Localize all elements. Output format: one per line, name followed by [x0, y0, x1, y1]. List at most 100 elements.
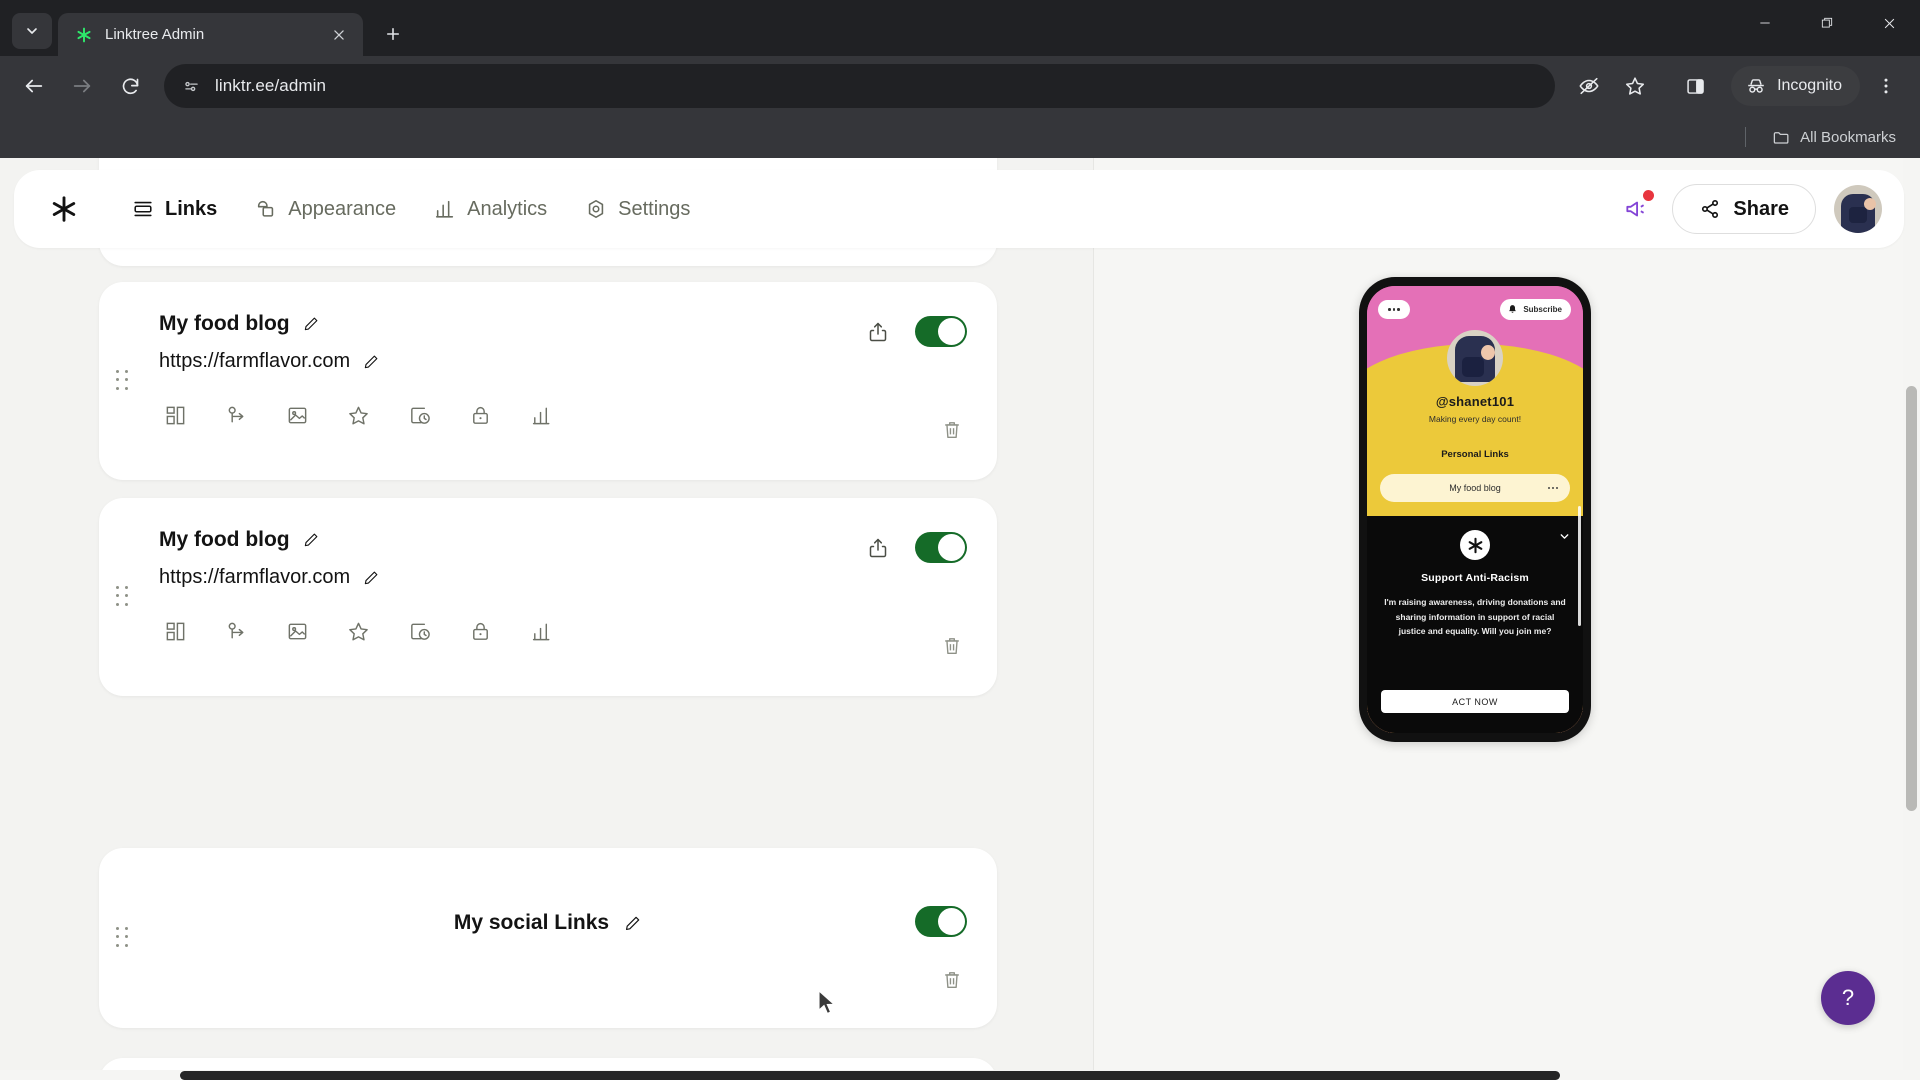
bookmarks-bar: All Bookmarks [0, 116, 1920, 158]
star-icon[interactable] [342, 399, 374, 431]
tab-links[interactable]: Links [128, 190, 221, 229]
preview-more-button[interactable] [1378, 300, 1410, 319]
delete-link-button[interactable] [939, 632, 965, 660]
tab-close-button[interactable] [327, 23, 351, 47]
link-card[interactable]: My food blog https://farmflavor.com [99, 498, 997, 696]
window-restore-button[interactable] [1796, 0, 1858, 46]
trash-icon [945, 972, 959, 989]
tab-appearance-label: Appearance [288, 197, 397, 220]
preview-act-now-button[interactable]: ACT NOW [1381, 690, 1569, 713]
preview-subscribe-button[interactable]: Subscribe [1500, 299, 1571, 320]
tab-settings[interactable]: Settings [581, 190, 694, 229]
image-icon[interactable] [281, 399, 313, 431]
three-dot-menu-icon [1884, 78, 1888, 94]
layout-icon[interactable] [159, 399, 191, 431]
link-card[interactable]: My food blog https://farmflavor.com [99, 282, 997, 480]
preview-handle: @shanet101 [1435, 394, 1515, 409]
forward-button[interactable] [60, 64, 104, 108]
schedule-icon[interactable] [403, 399, 435, 431]
edit-url-pencil-icon[interactable] [362, 569, 380, 587]
reload-button[interactable] [108, 64, 152, 108]
settings-gear-icon [588, 199, 604, 219]
link-url: https://farmflavor.com [159, 350, 351, 372]
help-button[interactable]: ? [1821, 971, 1875, 1025]
tracking-protection-button[interactable] [1567, 64, 1611, 108]
share-link-button[interactable] [863, 317, 893, 347]
edit-url-pencil-icon[interactable] [362, 353, 380, 371]
link-enabled-toggle[interactable] [915, 532, 967, 563]
side-panel-icon [1686, 78, 1704, 94]
browser-toolbar: linktr.ee/admin Incognito [0, 56, 1920, 116]
page-scrollbar-thumb[interactable] [1906, 386, 1917, 811]
link-url-row: https://farmflavor.com [159, 350, 997, 373]
chrome-menu-button[interactable] [1864, 64, 1908, 108]
trash-icon [945, 422, 959, 439]
star-icon[interactable] [342, 615, 374, 647]
tab-appearance[interactable]: Appearance [251, 190, 400, 229]
announcements-button[interactable] [1618, 190, 1655, 227]
share-label: Share [1733, 197, 1789, 220]
header-title-row: My social Links [99, 911, 997, 935]
preview-scrollbar[interactable] [1578, 506, 1581, 626]
link-title: My food blog [159, 312, 290, 335]
bookmark-star-button[interactable] [1613, 64, 1657, 108]
tab-analytics[interactable]: Analytics [430, 190, 551, 229]
layout-icon[interactable] [159, 615, 191, 647]
preview-promo-body: I'm raising awareness, driving donations… [1384, 597, 1566, 636]
stats-icon[interactable] [525, 399, 557, 431]
browser-tab[interactable]: Linktree Admin [58, 13, 363, 56]
incognito-hat-icon [1748, 79, 1764, 93]
minimize-icon [1760, 22, 1770, 24]
edit-header-pencil-icon[interactable] [623, 914, 642, 933]
page-scrollbar-track[interactable] [1903, 158, 1920, 1080]
chevron-down-icon [27, 28, 37, 34]
share-button[interactable]: Share [1672, 184, 1816, 234]
help-label: ? [1841, 985, 1855, 1010]
preview-promo-panel: Support Anti-Racism I'm raising awarenes… [1367, 516, 1583, 733]
share-up-icon [869, 322, 887, 341]
window-close-button[interactable] [1858, 0, 1920, 46]
edit-title-pencil-icon[interactable] [302, 531, 320, 549]
redirect-icon[interactable] [220, 399, 252, 431]
preview-collapse-button[interactable] [1558, 530, 1571, 548]
link-enabled-toggle[interactable] [915, 316, 967, 347]
lock-icon[interactable] [464, 399, 496, 431]
stats-icon[interactable] [525, 615, 557, 647]
delete-link-button[interactable] [939, 416, 965, 444]
link-url: https://farmflavor.com [159, 566, 351, 588]
preview-link-pill[interactable]: My food blog [1380, 474, 1570, 502]
header-card[interactable]: My social Links [99, 848, 997, 1028]
delete-header-button[interactable] [939, 966, 965, 994]
browser-window: Linktree Admin linktr.ee/admin Incognito… [0, 0, 1920, 1080]
back-button[interactable] [12, 64, 56, 108]
share-link-button[interactable] [863, 533, 893, 563]
horizontal-scrollbar-track[interactable] [0, 1070, 1920, 1080]
address-bar[interactable]: linktr.ee/admin [164, 64, 1556, 108]
all-bookmarks-button[interactable]: All Bookmarks [1764, 124, 1904, 151]
tab-settings-label: Settings [618, 197, 691, 220]
linktree-logo-icon[interactable] [44, 189, 84, 229]
tab-analytics-label: Analytics [467, 197, 548, 220]
link-card-body: My food blog https://farmflavor.com [99, 282, 997, 431]
more-dots-icon[interactable] [1547, 486, 1558, 490]
tab-search-button[interactable] [12, 13, 52, 49]
page-viewport: Links Appearance Analytics Settings Shar… [0, 158, 1920, 1080]
incognito-indicator[interactable]: Incognito [1731, 66, 1860, 106]
redirect-icon[interactable] [220, 615, 252, 647]
avatar[interactable] [1834, 185, 1882, 233]
forward-arrow-icon [73, 79, 91, 93]
toggle-knob [938, 318, 965, 345]
window-minimize-button[interactable] [1734, 0, 1796, 46]
analytics-bars-icon [436, 200, 454, 218]
lock-icon[interactable] [464, 615, 496, 647]
image-icon[interactable] [281, 615, 313, 647]
app-nav-actions: Share [1618, 184, 1882, 234]
horizontal-scrollbar-thumb[interactable] [180, 1071, 1560, 1080]
edit-title-pencil-icon[interactable] [302, 315, 320, 333]
link-card-body: My food blog https://farmflavor.com [99, 498, 997, 647]
links-layout-icon [134, 201, 152, 217]
schedule-icon[interactable] [403, 615, 435, 647]
side-panel-button[interactable] [1673, 64, 1717, 108]
new-tab-button[interactable] [375, 16, 411, 52]
header-enabled-toggle[interactable] [915, 906, 967, 937]
